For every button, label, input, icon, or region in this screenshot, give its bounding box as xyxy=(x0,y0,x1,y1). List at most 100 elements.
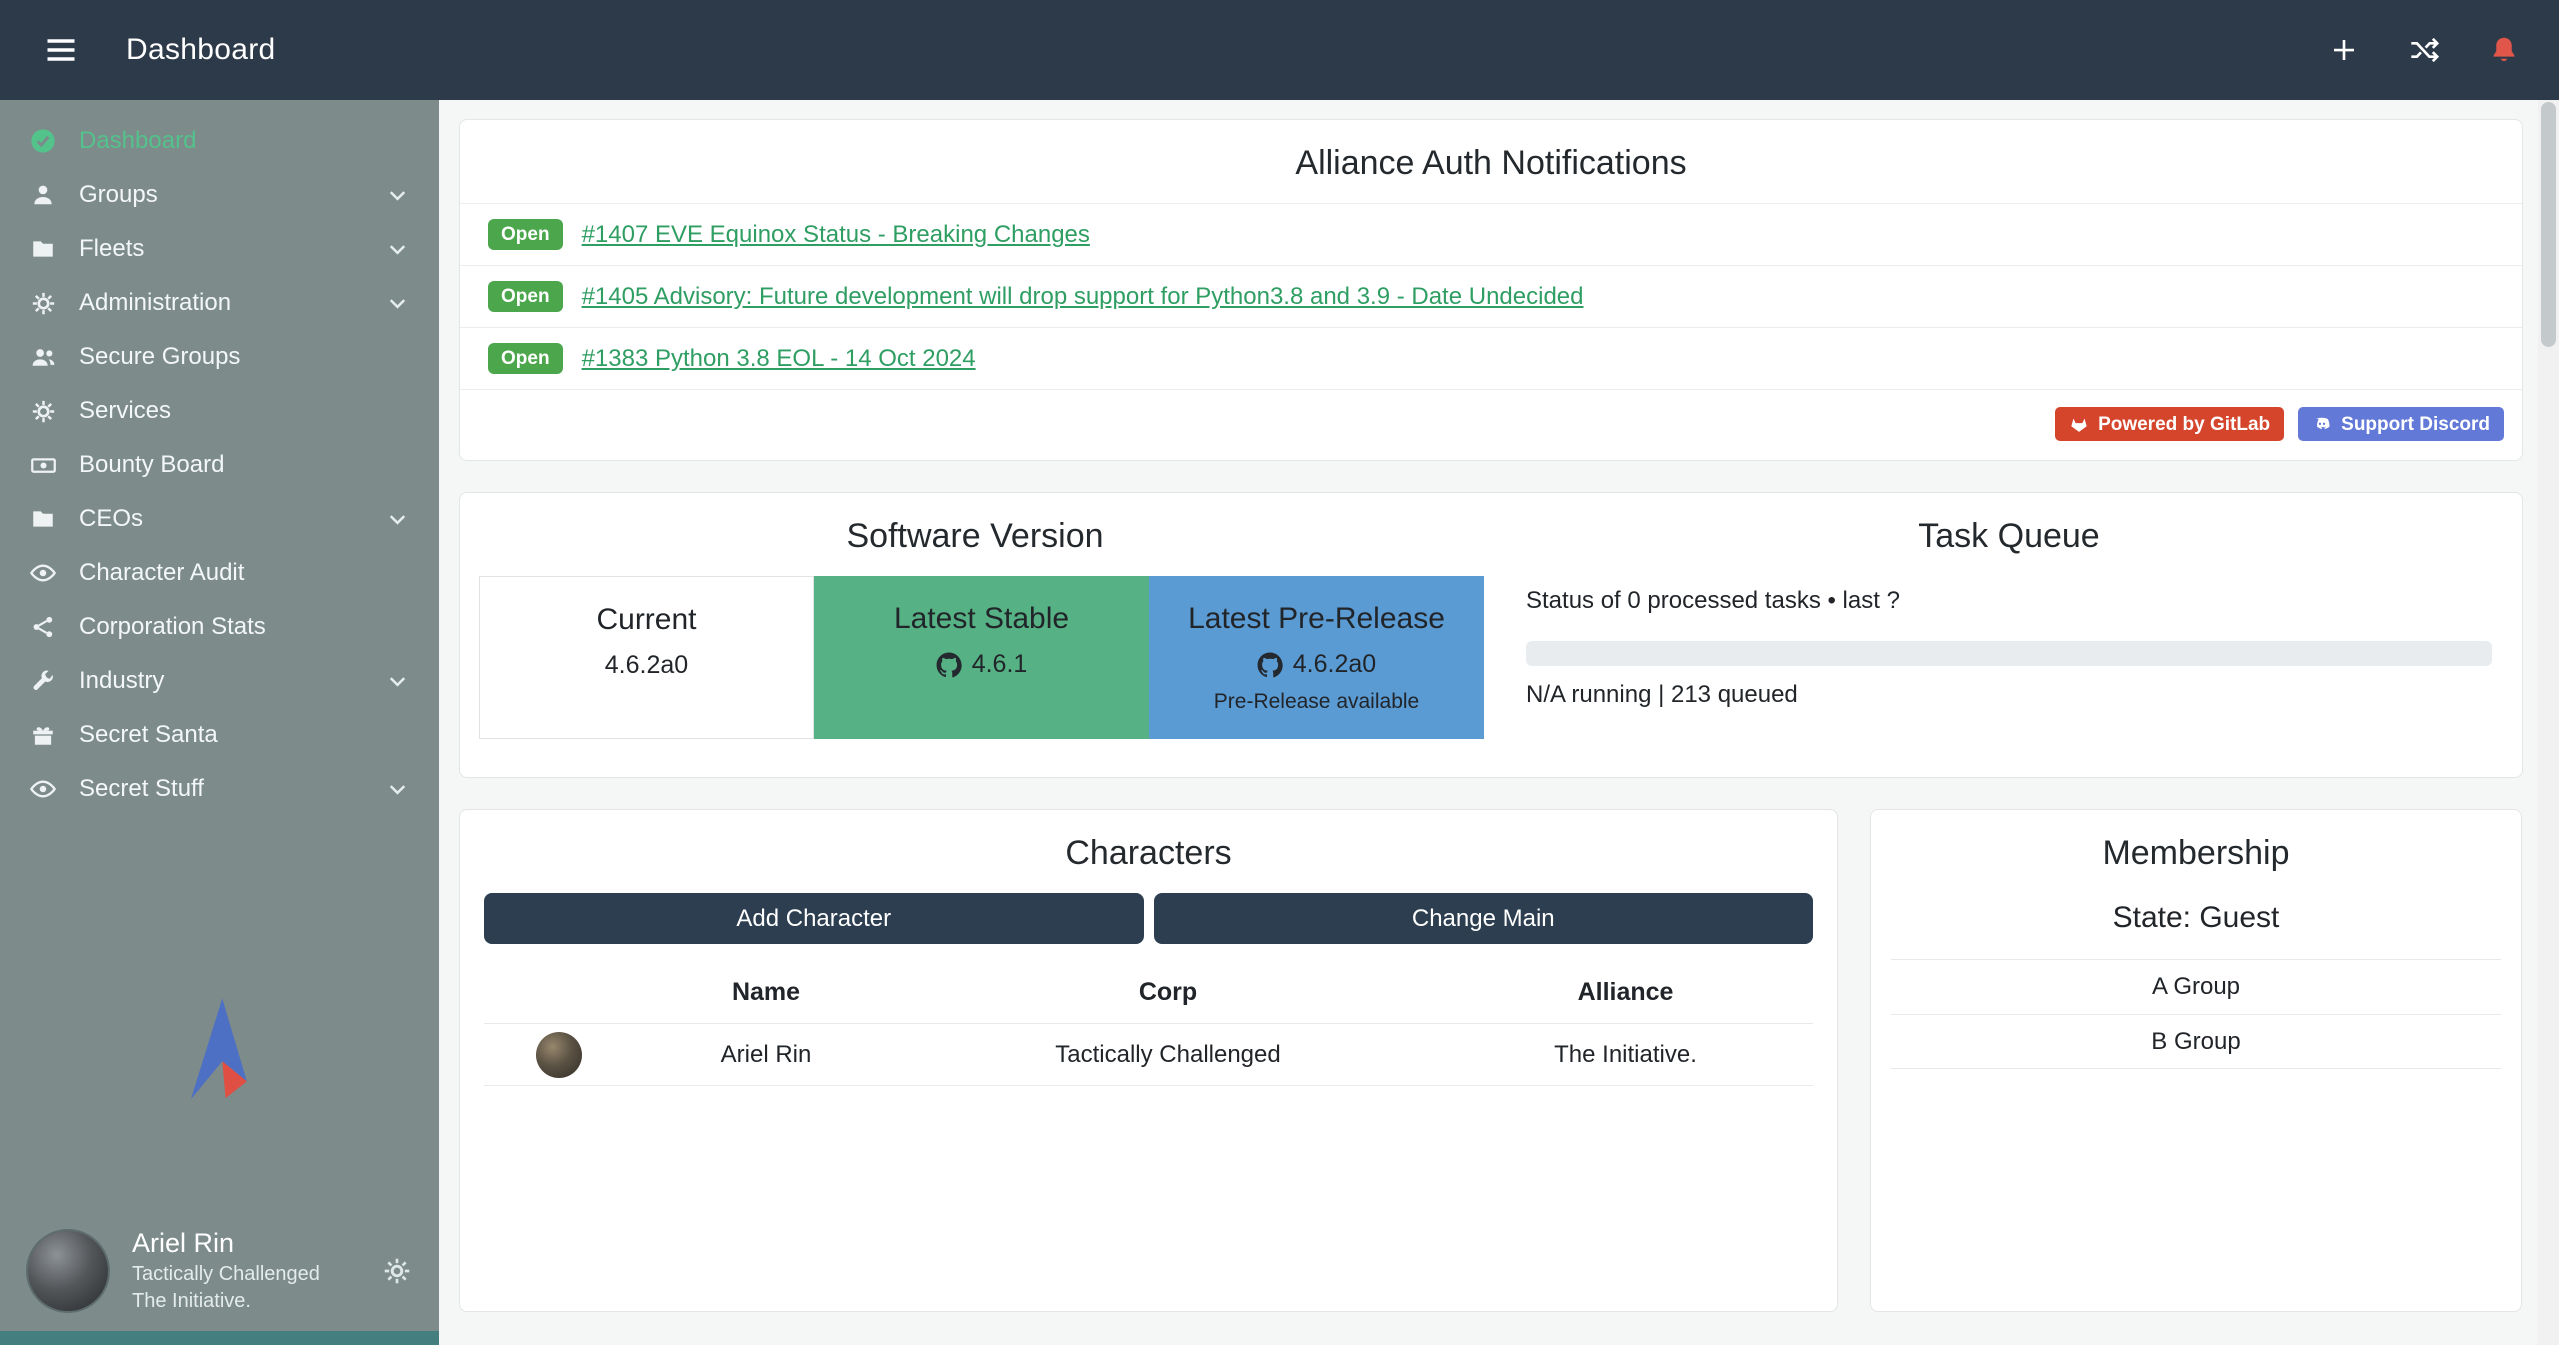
notification-link[interactable]: #1407 EVE Equinox Status - Breaking Chan… xyxy=(582,221,1090,249)
chevron-down-icon[interactable] xyxy=(384,290,411,317)
version-table: Current 4.6.2a0 Latest Stable 4.6.1 xyxy=(479,576,1490,739)
notification-link[interactable]: #1383 Python 3.8 EOL - 14 Oct 2024 xyxy=(582,345,976,373)
character-avatar xyxy=(536,1032,582,1078)
gears-icon xyxy=(28,288,58,318)
sidebar-item-secret-stuff[interactable]: Secret Stuff xyxy=(0,762,439,816)
character-buttons: Add Character Change Main xyxy=(460,893,1837,944)
sidebar-item-administration[interactable]: Administration xyxy=(0,276,439,330)
sidebar-item-corporation-stats[interactable]: Corporation Stats xyxy=(0,600,439,654)
version-cell-stable: Latest Stable 4.6.1 xyxy=(814,576,1149,739)
notifications-footer: Powered by GitLab Support Discord xyxy=(460,390,2522,460)
bill-icon xyxy=(28,450,58,480)
version-value: 4.6.1 xyxy=(814,650,1149,679)
chevron-down-icon[interactable] xyxy=(384,776,411,803)
sidebar-item-label: Bounty Board xyxy=(79,451,224,479)
sidebar-item-dashboard[interactable]: Dashboard xyxy=(0,114,439,168)
gear-icon[interactable] xyxy=(381,1255,413,1287)
top-navbar: Dashboard xyxy=(0,0,2559,100)
sidebar-item-label: Dashboard xyxy=(79,127,196,155)
chevron-down-icon[interactable] xyxy=(384,236,411,263)
sidebar-menu: Dashboard Groups Fleets xyxy=(0,100,439,816)
sidebar-item-services[interactable]: Services xyxy=(0,384,439,438)
notification-row: Open #1405 Advisory: Future development … xyxy=(460,265,2522,327)
sidebar-item-label: CEOs xyxy=(79,505,143,533)
sidebar: Dashboard Groups Fleets xyxy=(0,100,439,1345)
chevron-down-icon[interactable] xyxy=(384,668,411,695)
version-value: 4.6.2a0 xyxy=(1149,650,1484,679)
task-queue-title: Task Queue xyxy=(1526,493,2492,576)
sidebar-item-label: Corporation Stats xyxy=(79,613,266,641)
sidebar-item-secure-groups[interactable]: Secure Groups xyxy=(0,330,439,384)
folder-icon xyxy=(28,234,58,264)
sidebar-item-groups[interactable]: Groups xyxy=(0,168,439,222)
check-circle-icon xyxy=(28,126,58,156)
list-item: A Group xyxy=(1891,959,2501,1014)
sidebar-item-fleets[interactable]: Fleets xyxy=(0,222,439,276)
sidebar-item-bounty-board[interactable]: Bounty Board xyxy=(0,438,439,492)
user-corp: Tactically Challenged xyxy=(132,1263,320,1286)
list-item: B Group xyxy=(1891,1014,2501,1069)
version-number: 4.6.2a0 xyxy=(1293,650,1376,679)
bell-icon[interactable] xyxy=(2487,33,2521,67)
page-scrollbar[interactable] xyxy=(2538,100,2559,1345)
main-layout: Dashboard Groups Fleets xyxy=(0,100,2559,1345)
notifications-card: Alliance Auth Notifications Open #1407 E… xyxy=(459,119,2523,461)
sidebar-item-label: Secure Groups xyxy=(79,343,240,371)
sidebar-item-label: Fleets xyxy=(79,235,144,263)
task-queue-counts: N/A running | 213 queued xyxy=(1526,681,2492,709)
sidebar-item-label: Administration xyxy=(79,289,231,317)
plus-icon[interactable] xyxy=(2327,33,2361,67)
scrollbar-thumb[interactable] xyxy=(2541,102,2556,347)
prerelease-note: Pre-Release available xyxy=(1149,690,1484,714)
sidebar-item-secret-santa[interactable]: Secret Santa xyxy=(0,708,439,762)
user-info: Ariel Rin Tactically Challenged The Init… xyxy=(132,1228,320,1313)
user-avatar xyxy=(26,1229,110,1313)
user-name: Ariel Rin xyxy=(132,1228,320,1259)
menu-icon[interactable] xyxy=(38,27,84,73)
github-icon xyxy=(936,652,962,678)
version-task-card: Software Version Current 4.6.2a0 Latest … xyxy=(459,492,2523,778)
sidebar-item-label: Secret Santa xyxy=(79,721,218,749)
cell-name: Ariel Rin xyxy=(634,1041,898,1069)
page-title: Dashboard xyxy=(126,33,275,67)
sidebar-item-industry[interactable]: Industry xyxy=(0,654,439,708)
membership-state: State: Guest xyxy=(1871,893,2521,959)
gear-icon xyxy=(28,396,58,426)
header-alliance: Alliance xyxy=(1438,978,1813,1007)
status-badge: Open xyxy=(488,281,563,312)
shuffle-icon[interactable] xyxy=(2407,33,2441,67)
task-queue-section: Task Queue Status of 0 processed tasks •… xyxy=(1490,493,2522,739)
main-content: Alliance Auth Notifications Open #1407 E… xyxy=(439,100,2559,1345)
add-character-button[interactable]: Add Character xyxy=(484,893,1144,944)
software-version-title: Software Version xyxy=(460,493,1490,576)
github-icon xyxy=(1257,652,1283,678)
chevron-down-icon[interactable] xyxy=(384,182,411,209)
header-name: Name xyxy=(634,978,898,1007)
status-badge: Open xyxy=(488,219,563,250)
change-main-button[interactable]: Change Main xyxy=(1154,893,1814,944)
user-alliance: The Initiative. xyxy=(132,1290,320,1313)
discord-badge[interactable]: Support Discord xyxy=(2298,407,2504,441)
notification-link[interactable]: #1405 Advisory: Future development will … xyxy=(582,283,1584,311)
bottom-row: Characters Add Character Change Main Nam… xyxy=(459,809,2544,1312)
cell-alliance: The Initiative. xyxy=(1438,1041,1813,1069)
users-icon xyxy=(28,342,58,372)
user-panel[interactable]: Ariel Rin Tactically Challenged The Init… xyxy=(0,1212,439,1331)
navbar-actions xyxy=(2327,33,2521,67)
version-label: Current xyxy=(480,603,813,637)
sidebar-item-label: Groups xyxy=(79,181,158,209)
folder-icon xyxy=(28,504,58,534)
sidebar-item-ceos[interactable]: CEOs xyxy=(0,492,439,546)
table-row[interactable]: Ariel Rin Tactically Challenged The Init… xyxy=(484,1023,1813,1086)
gitlab-badge-label: Powered by GitLab xyxy=(2098,415,2270,434)
version-number: 4.6.2a0 xyxy=(605,651,688,680)
characters-card: Characters Add Character Change Main Nam… xyxy=(459,809,1838,1312)
task-queue-status: Status of 0 processed tasks • last ? xyxy=(1526,587,2492,615)
sidebar-item-character-audit[interactable]: Character Audit xyxy=(0,546,439,600)
membership-title: Membership xyxy=(1871,810,2521,893)
chevron-down-icon[interactable] xyxy=(384,506,411,533)
software-version-section: Software Version Current 4.6.2a0 Latest … xyxy=(460,493,1490,739)
version-label: Latest Pre-Release xyxy=(1149,602,1484,636)
characters-table-header: Name Corp Alliance xyxy=(484,968,1813,1023)
gitlab-badge[interactable]: Powered by GitLab xyxy=(2055,407,2284,441)
